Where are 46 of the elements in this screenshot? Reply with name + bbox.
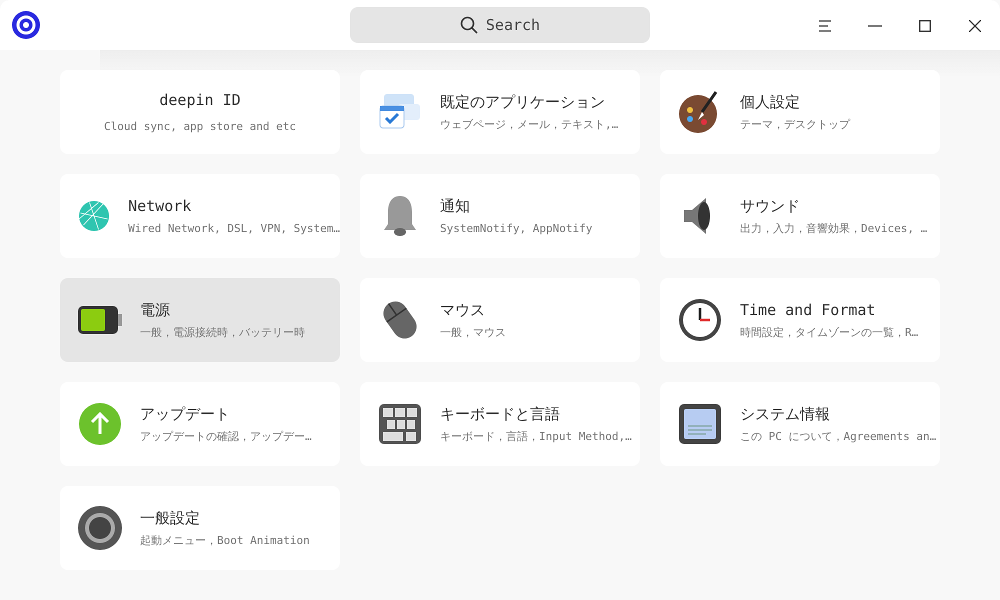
- module-card[interactable]: キーボードと言語 キーボード，言語，Input Method,…: [360, 382, 640, 466]
- module-card[interactable]: 個人設定 テーマ，デスクトップ: [660, 70, 940, 154]
- module-card[interactable]: 通知 SystemNotify, AppNotify: [360, 174, 640, 258]
- module-card[interactable]: マウス 一般，マウス: [360, 278, 640, 362]
- module-title: キーボードと言語: [440, 404, 561, 424]
- module-description: 一般，電源接続時，バッテリー時: [140, 325, 305, 341]
- module-card[interactable]: サウンド 出力，入力，音響効果，Devices, …: [660, 174, 940, 258]
- module-card[interactable]: Time and Format 時間設定，タイムゾーンの一覧，R…: [660, 278, 940, 362]
- module-title: マウス: [440, 300, 486, 320]
- module-description: Wired Network, DSL, VPN, System…: [128, 221, 340, 237]
- module-title: Network: [128, 196, 192, 216]
- module-title: アップデート: [140, 404, 231, 424]
- module-description: キーボード，言語，Input Method,…: [440, 429, 632, 445]
- module-description: ウェブページ，メール，テキスト,…: [440, 117, 618, 133]
- module-card[interactable]: 既定のアプリケーション ウェブページ，メール，テキスト,…: [360, 70, 640, 154]
- module-description: 一般，マウス: [440, 325, 506, 341]
- module-title: 電源: [140, 300, 171, 320]
- clock-icon: [676, 296, 724, 344]
- module-title: Time and Format: [740, 300, 876, 320]
- search-field[interactable]: Search: [350, 7, 650, 43]
- module-card[interactable]: deepin ID Cloud sync, app store and etc: [60, 70, 340, 154]
- module-description: この PC について，Agreements an…: [740, 429, 936, 445]
- module-description: 起動メニュー，Boot Animation: [140, 533, 310, 549]
- module-card[interactable]: 一般設定 起動メニュー，Boot Animation: [60, 486, 340, 570]
- close-icon: [969, 20, 981, 32]
- module-card[interactable]: Network Wired Network, DSL, VPN, System…: [60, 174, 340, 258]
- module-title: 個人設定: [740, 92, 801, 112]
- module-title: 通知: [440, 196, 471, 216]
- module-description: 出力，入力，音響効果，Devices, …: [740, 221, 928, 237]
- module-card[interactable]: 電源 一般，電源接続時，バッテリー時: [60, 278, 340, 362]
- maximize-icon: [919, 20, 931, 32]
- module-card[interactable]: システム情報 この PC について，Agreements an…: [660, 382, 940, 466]
- module-description: SystemNotify, AppNotify: [440, 221, 592, 237]
- module-title: 既定のアプリケーション: [440, 92, 606, 112]
- minimize-icon: [868, 24, 882, 27]
- module-description: Cloud sync, app store and etc: [104, 119, 296, 135]
- module-description: テーマ，デスクトップ: [740, 117, 850, 133]
- menu-icon: [818, 20, 832, 32]
- module-title: deepin ID: [159, 90, 241, 110]
- module-description: アップデートの確認，アップデー…: [140, 429, 312, 445]
- module-card[interactable]: アップデート アップデートの確認，アップデー…: [60, 382, 340, 466]
- module-title: サウンド: [740, 196, 801, 216]
- search-icon: [460, 16, 478, 34]
- module-description: 時間設定，タイムゾーンの一覧，R…: [740, 325, 918, 341]
- module-title: システム情報: [740, 404, 831, 424]
- module-title: 一般設定: [140, 508, 201, 528]
